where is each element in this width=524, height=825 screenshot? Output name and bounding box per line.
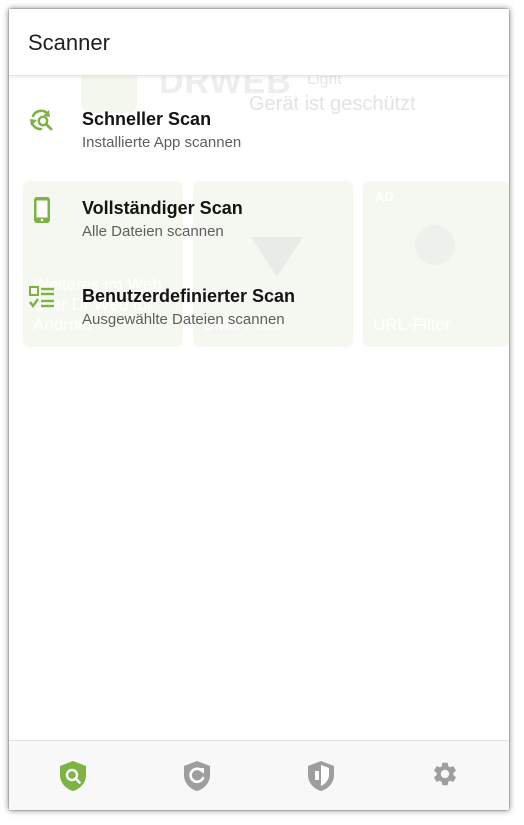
shield-tools-icon bbox=[308, 761, 334, 791]
custom-scan-subtitle: Ausgewählte Dateien scannen bbox=[82, 311, 285, 328]
quick-scan-subtitle: Installierte App scannen bbox=[82, 134, 242, 151]
quick-scan-item[interactable]: Schneller Scan Installierte App scannen bbox=[9, 95, 509, 181]
custom-scan-item[interactable]: Benutzerdefinierter Scan Ausgewählte Dat… bbox=[9, 272, 509, 358]
checklist-icon bbox=[28, 284, 56, 312]
gear-icon bbox=[434, 762, 456, 786]
shield-refresh-icon bbox=[184, 761, 210, 791]
app-bar: Scanner bbox=[9, 9, 509, 76]
page-title: Scanner bbox=[28, 30, 110, 55]
nav-settings-tab[interactable] bbox=[425, 755, 465, 795]
phone-icon bbox=[28, 196, 56, 224]
app-window: DRWEB Light Gerät ist geschützt Weiteres… bbox=[9, 9, 509, 810]
nav-security-tab[interactable] bbox=[301, 755, 341, 795]
nav-update-tab[interactable] bbox=[177, 755, 217, 795]
quick-scan-title: Schneller Scan bbox=[82, 109, 212, 129]
full-scan-item[interactable]: Vollständiger Scan Alle Dateien scannen bbox=[9, 184, 509, 270]
custom-scan-title: Benutzerdefinierter Scan bbox=[82, 286, 296, 306]
nav-scanner-tab[interactable] bbox=[53, 755, 93, 795]
full-scan-title: Vollständiger Scan bbox=[82, 198, 243, 218]
bottom-navigation bbox=[9, 740, 509, 810]
full-scan-subtitle: Alle Dateien scannen bbox=[82, 223, 224, 240]
shield-search-icon bbox=[60, 761, 86, 791]
refresh-search-icon bbox=[28, 107, 56, 135]
